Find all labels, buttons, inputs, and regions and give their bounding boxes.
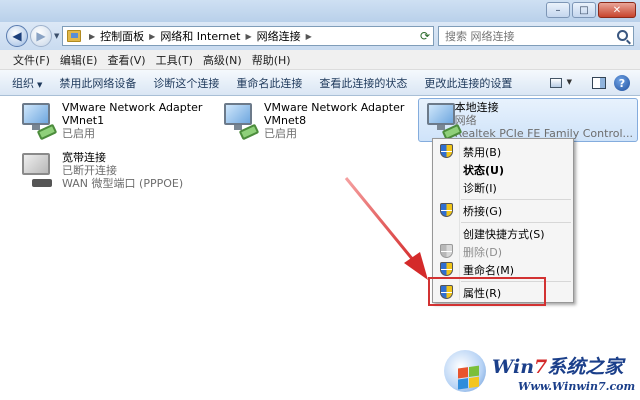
- connection-status: 已断开连接: [62, 164, 117, 177]
- recent-pages-dropdown[interactable]: ▼: [54, 32, 59, 40]
- menu-view[interactable]: 查看(V): [102, 52, 150, 68]
- breadcrumb-separator[interactable]: ▶: [246, 32, 252, 41]
- view-dropdown-icon[interactable]: ▼: [567, 78, 572, 86]
- connection-device: WAN 微型端口 (PPPOE): [62, 177, 184, 190]
- change-settings-button[interactable]: 更改此连接的设置: [424, 75, 512, 91]
- breadcrumb-control-panel[interactable]: 控制面板: [100, 28, 144, 44]
- organize-label: 组织: [12, 76, 34, 90]
- monitor-icon: [22, 103, 50, 125]
- menu-separator: [461, 222, 571, 223]
- breadcrumb-separator[interactable]: ▶: [89, 32, 95, 41]
- connection-status: 已启用: [264, 127, 297, 140]
- connection-item-vmnet8[interactable]: VMware Network Adapter VMnet8 已启用: [220, 101, 404, 141]
- menu-help[interactable]: 帮助(H): [247, 52, 296, 68]
- menu-tools[interactable]: 工具(T): [151, 52, 198, 68]
- connection-name: VMware Network Adapter: [62, 101, 203, 114]
- menu-separator: [461, 199, 571, 200]
- connection-device: VMnet1: [62, 114, 105, 127]
- breadcrumb-network-internet[interactable]: 网络和 Internet: [160, 28, 240, 44]
- monitor-icon: [22, 153, 50, 175]
- control-panel-icon: [67, 30, 81, 42]
- command-bar: 组织 ▼ 禁用此网络设备 诊断这个连接 重命名此连接 查看此连接的状态 更改此连接…: [0, 70, 640, 96]
- chevron-down-icon: ▼: [37, 80, 43, 89]
- menu-advanced[interactable]: 高级(N): [198, 52, 247, 68]
- change-view-icon[interactable]: [550, 78, 562, 88]
- breadcrumb: ▶ 控制面板 ▶ 网络和 Internet ▶ 网络连接 ▶: [84, 28, 317, 44]
- back-button[interactable]: ◀: [6, 25, 28, 47]
- connection-item-broadband[interactable]: 宽带连接 已断开连接 WAN 微型端口 (PPPOE): [18, 151, 183, 191]
- breadcrumb-separator[interactable]: ▶: [306, 32, 312, 41]
- network-connections-window: – □ ✕ ◀ ▶ ▼ ▶ 控制面板 ▶ 网络和 Internet ▶ 网络连接…: [0, 0, 640, 400]
- search-icon[interactable]: [617, 30, 628, 41]
- watermark-site: Www.Winwin7.com: [518, 380, 636, 393]
- close-button[interactable]: ✕: [598, 2, 636, 18]
- forward-button[interactable]: ▶: [30, 25, 52, 47]
- connection-name: 宽带连接: [62, 151, 106, 164]
- menu-item-label: 创建快捷方式(S): [463, 227, 545, 241]
- menu-item-label: 诊断(I): [463, 181, 497, 195]
- menu-item-disable[interactable]: 禁用(B): [435, 142, 571, 161]
- uac-shield-icon: [440, 144, 453, 158]
- uac-shield-icon: [440, 262, 453, 276]
- maximize-button[interactable]: □: [572, 2, 596, 18]
- disable-device-button[interactable]: 禁用此网络设备: [59, 75, 136, 91]
- watermark: Win7系统之家 Www.Winwin7.com: [440, 342, 640, 400]
- menu-bar: 文件(F) 编辑(E) 查看(V) 工具(T) 高级(N) 帮助(H): [0, 50, 640, 70]
- connection-name: 本地连接: [454, 101, 499, 114]
- modem-icon: [32, 179, 52, 187]
- connection-name: VMware Network Adapter: [264, 101, 405, 114]
- menu-item-bridge[interactable]: 桥接(G): [435, 201, 571, 220]
- menu-item-diagnose[interactable]: 诊断(I): [435, 178, 571, 197]
- windows-logo-icon: [444, 350, 486, 392]
- network-adapter-icon: [18, 101, 60, 141]
- connection-device: VMnet8: [264, 114, 307, 127]
- broadband-modem-icon: [18, 151, 60, 191]
- connection-item-local[interactable]: 本地连接 网络 Realtek PCIe FE Family Control..…: [418, 98, 638, 142]
- uac-shield-icon: [440, 203, 453, 217]
- connection-item-vmnet1[interactable]: VMware Network Adapter VMnet1 已启用: [18, 101, 202, 141]
- menu-item-label: 禁用(B): [463, 145, 502, 159]
- menu-item-status[interactable]: 状态(U): [435, 160, 571, 179]
- window-controls: – □ ✕: [546, 2, 636, 18]
- menu-item-create-shortcut[interactable]: 创建快捷方式(S): [435, 224, 571, 243]
- address-bar[interactable]: ▶ 控制面板 ▶ 网络和 Internet ▶ 网络连接 ▶: [62, 26, 434, 46]
- minimize-button[interactable]: –: [546, 2, 570, 18]
- properties-highlight-box: [428, 277, 546, 306]
- breadcrumb-network-connections[interactable]: 网络连接: [257, 28, 301, 44]
- monitor-icon: [427, 103, 455, 125]
- help-icon[interactable]: ?: [614, 75, 630, 91]
- search-box[interactable]: [438, 26, 634, 46]
- title-bar: – □ ✕: [0, 0, 640, 22]
- menu-item-label: 重命名(M): [463, 263, 515, 277]
- connection-status: 已启用: [62, 127, 95, 140]
- search-input[interactable]: [445, 29, 605, 43]
- address-row: ◀ ▶ ▼ ▶ 控制面板 ▶ 网络和 Internet ▶ 网络连接 ▶ ⟳: [0, 22, 640, 50]
- network-adapter-icon: [423, 101, 463, 141]
- menu-edit[interactable]: 编辑(E): [55, 52, 103, 68]
- network-adapter-icon: [220, 101, 262, 141]
- breadcrumb-separator[interactable]: ▶: [149, 32, 155, 41]
- rename-connection-button[interactable]: 重命名此连接: [236, 75, 302, 91]
- menu-item-label: 桥接(G): [463, 204, 503, 218]
- monitor-icon: [224, 103, 252, 125]
- diagnose-connection-button[interactable]: 诊断这个连接: [153, 75, 219, 91]
- view-status-button[interactable]: 查看此连接的状态: [319, 75, 407, 91]
- uac-shield-icon: [440, 244, 453, 258]
- organize-button[interactable]: 组织 ▼: [12, 75, 42, 91]
- menu-file[interactable]: 文件(F): [8, 52, 55, 68]
- connection-network: 网络: [454, 114, 477, 127]
- preview-pane-icon[interactable]: [592, 77, 606, 89]
- menu-item-label: 状态(U): [463, 163, 504, 177]
- refresh-icon[interactable]: ⟳: [416, 26, 434, 46]
- menu-item-delete: 删除(D): [435, 242, 571, 261]
- watermark-brand: Win7系统之家: [492, 356, 624, 378]
- menu-item-label: 删除(D): [463, 245, 503, 259]
